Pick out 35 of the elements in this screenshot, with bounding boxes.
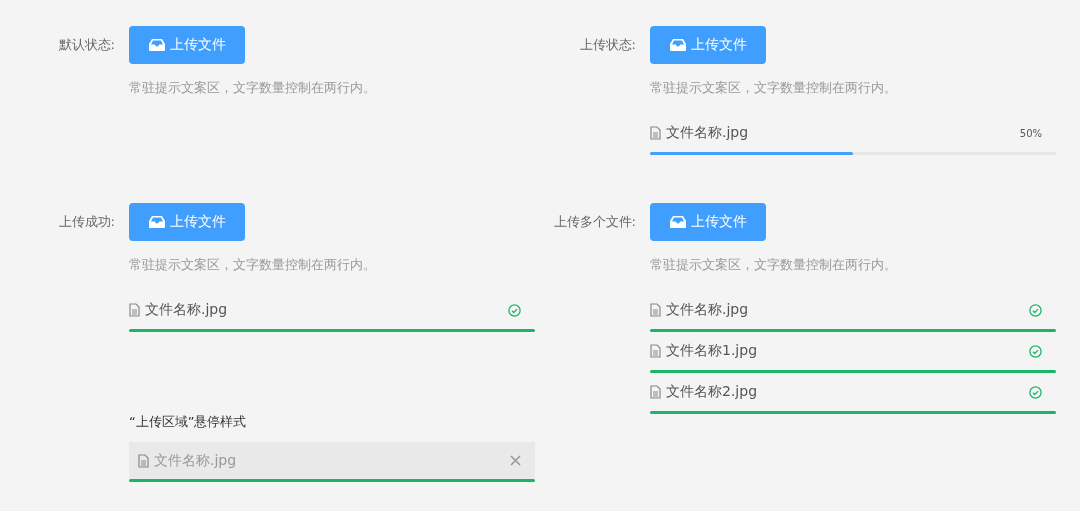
hint-text: 常驻提示文案区，文字数量控制在两行内。 [129, 256, 377, 274]
field-label: 上传状态: [578, 36, 636, 54]
check-circle-icon [1029, 385, 1042, 399]
field-label: 上传成功: [57, 213, 115, 231]
check-circle-icon [1029, 344, 1042, 358]
hint-text: 常驻提示文案区，文字数量控制在两行内。 [129, 79, 377, 97]
inbox-icon [148, 216, 165, 228]
file-name: 文件名称.jpg [666, 301, 750, 319]
section-title: “上传区域”悬停样式 [129, 413, 248, 431]
check-circle-icon [508, 303, 521, 317]
file-icon [650, 303, 661, 317]
progress-percent: 50% [1019, 127, 1042, 139]
inbox-icon [669, 39, 686, 51]
file-icon [138, 453, 149, 468]
inbox-icon [148, 39, 165, 51]
file-icon [650, 385, 661, 399]
field-label: 上传多个文件: [552, 213, 636, 231]
file-name: 文件名称.jpg [145, 301, 229, 319]
file-icon [650, 126, 661, 140]
file-icon [650, 344, 661, 358]
check-circle-icon [1029, 303, 1042, 317]
file-name: 文件名称1.jpg [666, 342, 759, 360]
file-name: 文件名称.jpg [154, 451, 238, 470]
hint-text: 常驻提示文案区，文字数量控制在两行内。 [650, 256, 898, 274]
file-icon [129, 303, 140, 317]
field-label: 默认状态: [57, 36, 115, 54]
close-icon[interactable] [510, 455, 521, 466]
upload-button[interactable]: 上传文件 [129, 26, 245, 64]
file-name: 文件名称.jpg [666, 124, 750, 142]
inbox-icon [669, 216, 686, 228]
hint-text: 常驻提示文案区，文字数量控制在两行内。 [650, 79, 898, 97]
upload-button[interactable]: 上传文件 [129, 203, 245, 241]
upload-button[interactable]: 上传文件 [650, 26, 766, 64]
upload-button[interactable]: 上传文件 [650, 203, 766, 241]
file-name: 文件名称2.jpg [666, 383, 759, 401]
